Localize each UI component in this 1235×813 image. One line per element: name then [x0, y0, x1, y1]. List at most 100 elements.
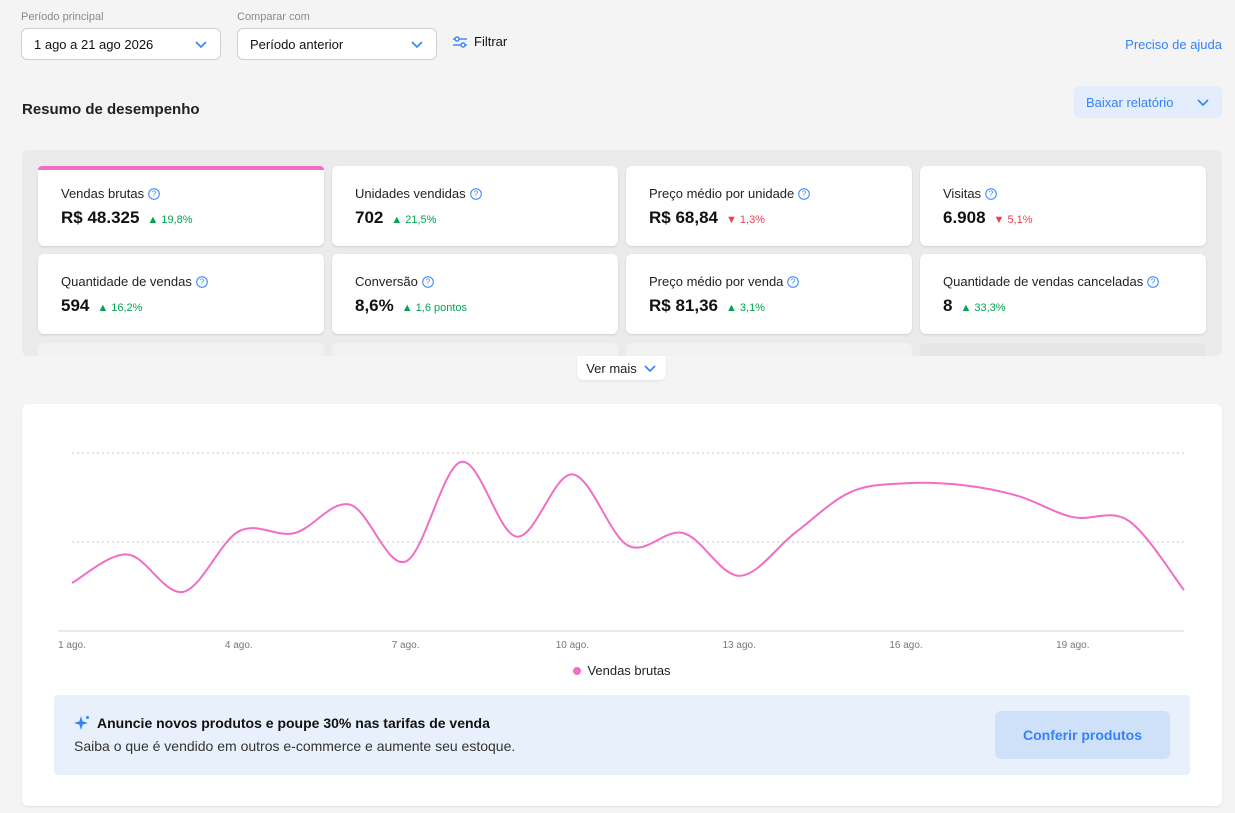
svg-text:?: ? [426, 277, 431, 286]
main-period-select[interactable]: 1 ago a 21 ago 2026 [21, 28, 221, 60]
promo-subtitle: Saiba o que é vendido em outros e-commer… [74, 738, 516, 754]
main-period-label: Período principal [21, 11, 104, 23]
svg-text:?: ? [1151, 277, 1156, 286]
metric-delta: ▲ 21,5% [391, 214, 437, 226]
help-link[interactable]: Preciso de ajuda [1125, 37, 1222, 52]
metric-card-conversion[interactable]: Conversão ? 8,6% ▲ 1,6 pontos [332, 254, 618, 334]
metric-value: 6.908 [943, 208, 986, 227]
metrics-grid: Vendas brutas ? R$ 48.325 ▲ 19,8% Unidade… [22, 150, 1222, 356]
metric-value: 594 [61, 296, 90, 315]
metric-value: 8 [943, 296, 953, 315]
triangle-up-icon: ▲ [726, 302, 737, 314]
help-icon[interactable]: ? [148, 187, 160, 200]
filter-label: Filtrar [474, 34, 508, 49]
metric-delta: ▲ 1,6 pontos [401, 302, 468, 314]
metric-delta: ▲ 16,2% [97, 302, 143, 314]
help-icon[interactable]: ? [985, 187, 997, 200]
collapsed-card [920, 343, 1206, 356]
see-more-button[interactable]: Ver mais [577, 356, 666, 380]
metric-title: Visitas [943, 186, 982, 201]
svg-text:?: ? [473, 189, 478, 198]
download-report-label: Baixar relatório [1086, 94, 1174, 110]
triangle-up-icon: ▲ [97, 302, 109, 314]
summary-title: Resumo de desempenho [22, 101, 200, 118]
help-icon[interactable]: ? [469, 187, 482, 200]
promo-title-highlight: 30% [323, 715, 352, 731]
see-more-label: Ver mais [586, 360, 637, 376]
svg-text:?: ? [802, 189, 807, 198]
sales-line-chart: 1 ago. 4 ago. 7 ago. 10 ago. 13 ago. 16 ago. 1… [58, 452, 1185, 651]
help-icon[interactable]: ? [196, 275, 208, 288]
triangle-up-icon: ▲ [960, 302, 972, 314]
svg-text:?: ? [152, 189, 157, 198]
metric-delta: ▼ 5,1% [993, 214, 1033, 226]
series-line-vendas-brutas [71, 460, 1185, 593]
metric-delta: ▲ 3,1% [726, 302, 765, 314]
triangle-up-icon: ▲ [391, 214, 403, 226]
triangle-down-icon: ▼ [993, 214, 1005, 226]
legend-dot [573, 666, 582, 675]
collapsed-card [332, 343, 618, 356]
triangle-up-icon: ▲ [147, 214, 159, 226]
metric-delta: ▲ 19,8% [147, 214, 193, 226]
metric-delta: ▼ 1,3% [726, 214, 765, 226]
metric-value: R$ 81,36 [649, 296, 718, 315]
chart-legend: Vendas brutas [22, 663, 1222, 678]
x-tick-label: 7 ago. [392, 640, 420, 651]
x-tick-label: 4 ago. [225, 640, 253, 651]
x-tick-label: 13 ago. [723, 640, 756, 651]
metric-card-avg-sale-price[interactable]: Preço médio por venda ? R$ 81,36 ▲ 3,1% [626, 254, 912, 334]
chevron-down-icon [644, 365, 656, 373]
filter-icon [453, 35, 467, 48]
promo-title: Anuncie novos produtos e poupe 30% nas t… [74, 715, 490, 731]
metric-value: 702 [355, 208, 384, 227]
metric-card-cancelled-sales[interactable]: Quantidade de vendas canceladas ? 8 ▲ 33,… [920, 254, 1206, 334]
metric-title: Quantidade de vendas canceladas [943, 274, 1144, 289]
main-period-value: 1 ago a 21 ago 2026 [34, 36, 154, 52]
compare-value: Período anterior [250, 36, 344, 52]
filter-button[interactable]: Filtrar [452, 34, 507, 49]
svg-text:?: ? [200, 277, 205, 286]
promo-title-suffix: nas tarifas de venda [351, 715, 490, 731]
promo-banner: Anuncie novos produtos e poupe 30% nas t… [54, 695, 1190, 775]
chevron-down-icon [411, 41, 423, 49]
promo-title-text: Anuncie novos produtos e poupe [97, 715, 324, 731]
metric-card-units-sold[interactable]: Unidades vendidas ? 702 ▲ 21,5% [332, 166, 618, 246]
metric-delta: ▲ 33,3% [960, 302, 1006, 314]
chevron-down-icon [195, 41, 207, 49]
compare-label: Comparar com [237, 11, 310, 23]
metric-title: Preço médio por unidade [649, 186, 795, 201]
metric-value: R$ 68,84 [649, 208, 718, 227]
x-tick-label: 19 ago. [1056, 640, 1089, 651]
x-tick-label: 1 ago. [58, 640, 86, 651]
help-icon[interactable]: ? [1147, 275, 1160, 288]
metric-value: 8,6% [355, 296, 394, 315]
x-tick-label: 16 ago. [889, 640, 922, 651]
svg-text:?: ? [791, 277, 796, 286]
check-products-button[interactable]: Conferir produtos [995, 711, 1170, 759]
legend-label: Vendas brutas [587, 663, 671, 678]
metric-card-avg-unit-price[interactable]: Preço médio por unidade ? R$ 68,84 ▼ 1,3% [626, 166, 912, 246]
sparkle-icon [74, 716, 89, 730]
collapsed-card [626, 343, 912, 356]
collapsed-card [38, 343, 324, 356]
help-icon[interactable]: ? [787, 275, 800, 288]
metric-title: Preço médio por venda [649, 274, 784, 289]
metric-card-visits[interactable]: Visitas ? 6.908 ▼ 5,1% [920, 166, 1206, 246]
metric-value: R$ 48.325 [61, 208, 140, 227]
svg-text:?: ? [989, 189, 994, 198]
compare-select[interactable]: Período anterior [237, 28, 437, 60]
metric-card-sales-count[interactable]: Quantidade de vendas ? 594 ▲ 16,2% [38, 254, 324, 334]
metric-card-gross-sales[interactable]: Vendas brutas ? R$ 48.325 ▲ 19,8% [38, 166, 324, 246]
download-report-button[interactable]: Baixar relatório [1074, 86, 1222, 118]
help-icon[interactable]: ? [798, 187, 811, 200]
chevron-down-icon [1197, 99, 1209, 107]
metric-title: Unidades vendidas [355, 186, 466, 201]
metric-title: Vendas brutas [61, 186, 145, 201]
help-icon[interactable]: ? [422, 275, 434, 288]
x-tick-label: 10 ago. [556, 640, 589, 651]
triangle-up-icon: ▲ [401, 302, 413, 314]
triangle-down-icon: ▼ [726, 214, 737, 226]
metric-title: Conversão [355, 274, 418, 289]
metric-title: Quantidade de vendas [61, 274, 192, 289]
